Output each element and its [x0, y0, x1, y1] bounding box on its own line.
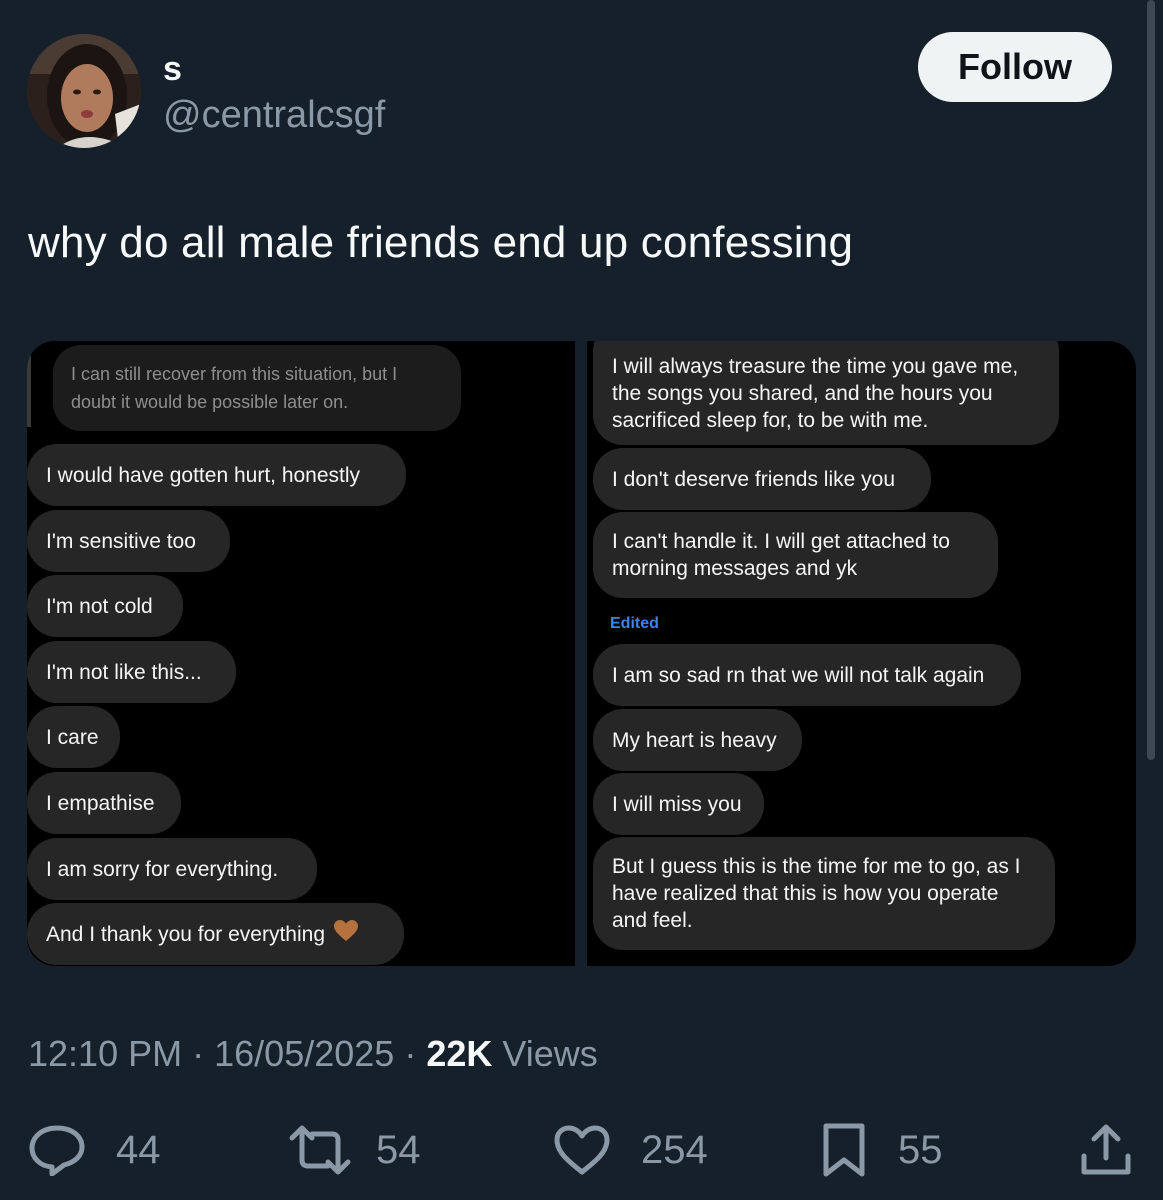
bookmark-count: 55	[898, 1127, 943, 1172]
brown-heart-icon	[333, 919, 359, 950]
reply-count: 44	[116, 1127, 161, 1172]
like-button[interactable]: 254	[553, 1120, 708, 1180]
scrollbar-thumb[interactable]	[1147, 0, 1155, 760]
message-bubble: I will always treasure the time you gave…	[593, 341, 1059, 445]
tweet-text: why do all male friends end up confessin…	[28, 218, 854, 267]
reply-quote: I can still recover from this situation,…	[53, 345, 461, 431]
message-bubble: I will miss you	[593, 773, 764, 835]
avatar-photo	[27, 34, 141, 148]
share-icon	[1081, 1124, 1131, 1175]
message-bubble: My heart is heavy	[593, 709, 802, 771]
reply-icon	[29, 1125, 85, 1176]
repost-icon	[289, 1125, 351, 1175]
message-bubble: I empathise	[27, 772, 181, 834]
repost-count: 54	[376, 1127, 421, 1172]
heart-icon	[554, 1125, 610, 1175]
reply-button[interactable]: 44	[28, 1120, 161, 1180]
views-count: 22K	[426, 1033, 493, 1074]
views-label: Views	[502, 1033, 598, 1074]
bookmark-button[interactable]: 55	[820, 1120, 943, 1180]
follow-button[interactable]: Follow	[918, 32, 1112, 102]
message-bubble: I care	[27, 706, 120, 768]
message-bubble: But I guess this is the time for me to g…	[593, 837, 1055, 950]
like-count: 254	[641, 1127, 708, 1172]
message-bubble: I'm sensitive too	[27, 510, 230, 572]
tweet-time[interactable]: 12:10 PM	[28, 1033, 182, 1074]
message-bubble: I would have gotten hurt, honestly	[27, 444, 406, 506]
message-text: And I thank you for everything	[46, 922, 325, 946]
tweet-meta: 12:10 PM · 16/05/2025 · 22K Views	[28, 1033, 598, 1075]
message-bubble: I am sorry for everything.	[27, 838, 317, 900]
message-bubble: I don't deserve friends like you	[593, 448, 931, 510]
author-handle[interactable]: @centralcsgf	[163, 94, 385, 137]
repost-button[interactable]: 54	[288, 1120, 421, 1180]
share-button[interactable]	[1078, 1120, 1134, 1180]
message-bubble: I'm not cold	[27, 575, 183, 637]
edited-label: Edited	[610, 615, 659, 632]
message-bubble: I can't handle it. I will get attached t…	[593, 512, 998, 598]
meta-separator: ·	[192, 1033, 205, 1074]
meta-separator: ·	[404, 1033, 417, 1074]
message-bubble-last: And I thank you for everything	[27, 903, 404, 965]
message-bubble: I'm not like this...	[27, 641, 236, 703]
message-bubble: I am so sad rn that we will not talk aga…	[593, 644, 1021, 706]
screenshot-left: I can still recover from this situation,…	[27, 341, 575, 966]
bookmark-icon	[823, 1123, 865, 1177]
tweet-date[interactable]: 16/05/2025	[214, 1033, 394, 1074]
reply-indicator	[27, 345, 31, 427]
avatar[interactable]	[27, 34, 141, 148]
author-display-name[interactable]: s	[163, 50, 182, 89]
screenshot-right: I will always treasure the time you gave…	[587, 341, 1136, 966]
tweet-media[interactable]: I can still recover from this situation,…	[27, 341, 1136, 966]
